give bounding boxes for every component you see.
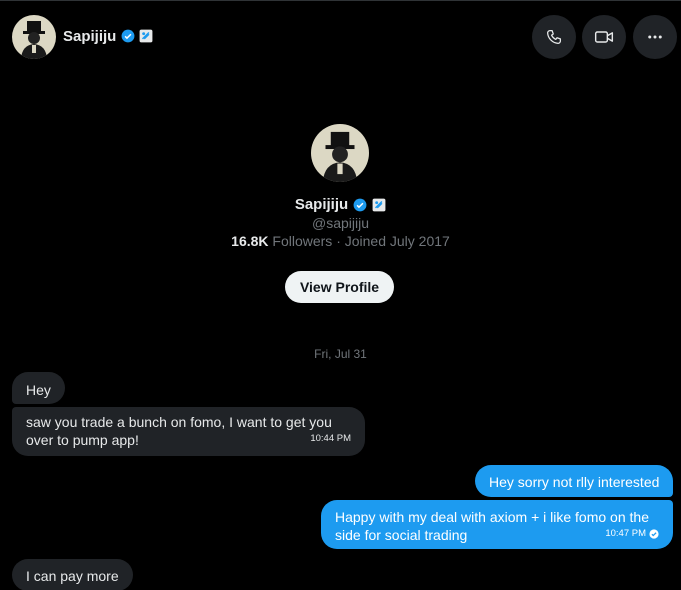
phone-icon bbox=[546, 29, 562, 45]
header-badges bbox=[121, 29, 153, 43]
read-receipt-icon bbox=[649, 529, 659, 539]
message-text: Hey bbox=[26, 382, 51, 398]
date-separator: Fri, Jul 31 bbox=[314, 347, 367, 361]
message-bubble-outgoing[interactable]: Hey sorry not rlly interested bbox=[475, 465, 674, 497]
profile-name-row: Sapijiju bbox=[0, 196, 681, 213]
header-name[interactable]: Sapijiju bbox=[63, 28, 116, 45]
followers-joined-text: Followers · Joined July 2017 bbox=[268, 233, 450, 249]
profile-handle: @sapijiju bbox=[311, 215, 369, 231]
message-timestamp: 10:44 PM bbox=[310, 430, 351, 448]
message-bubble-incoming[interactable]: I can pay more bbox=[12, 559, 133, 590]
more-icon bbox=[648, 35, 662, 39]
message-bubble-incoming[interactable]: saw you trade a bunch on fomo, I want to… bbox=[12, 407, 365, 456]
message-bubble-outgoing[interactable]: Happy with my deal with axiom + i like f… bbox=[321, 500, 673, 549]
timestamp-text: 10:44 PM bbox=[310, 433, 351, 444]
video-icon bbox=[594, 31, 614, 43]
profile-name: Sapijiju bbox=[294, 196, 349, 213]
message-bubble-incoming[interactable]: Hey bbox=[12, 372, 65, 404]
affiliate-badge-icon bbox=[139, 29, 153, 43]
affiliate-badge-icon bbox=[372, 198, 386, 211]
video-call-button[interactable] bbox=[582, 15, 626, 59]
message-text: I can pay more bbox=[26, 568, 119, 584]
more-options-button[interactable] bbox=[633, 15, 677, 59]
followers-count: 16.8K bbox=[231, 233, 269, 249]
avatar-image-icon bbox=[322, 131, 358, 182]
message-text: Happy with my deal with axiom + i like f… bbox=[335, 509, 649, 543]
timestamp-text: 10:47 PM bbox=[605, 528, 646, 539]
view-profile-button[interactable]: View Profile bbox=[285, 271, 394, 303]
verified-badge-icon bbox=[121, 29, 135, 43]
message-text: saw you trade a bunch on fomo, I want to… bbox=[26, 414, 332, 448]
profile-avatar[interactable] bbox=[311, 124, 369, 182]
call-button[interactable] bbox=[532, 15, 576, 59]
verified-badge-icon bbox=[353, 198, 367, 211]
conversation-header: Sapijiju bbox=[0, 0, 681, 74]
profile-stats: 16.8K Followers · Joined July 2017 bbox=[0, 233, 681, 249]
avatar[interactable] bbox=[12, 15, 56, 59]
message-text: Hey sorry not rlly interested bbox=[489, 474, 660, 490]
avatar-image-icon bbox=[21, 21, 47, 59]
message-timestamp: 10:47 PM bbox=[605, 525, 659, 543]
